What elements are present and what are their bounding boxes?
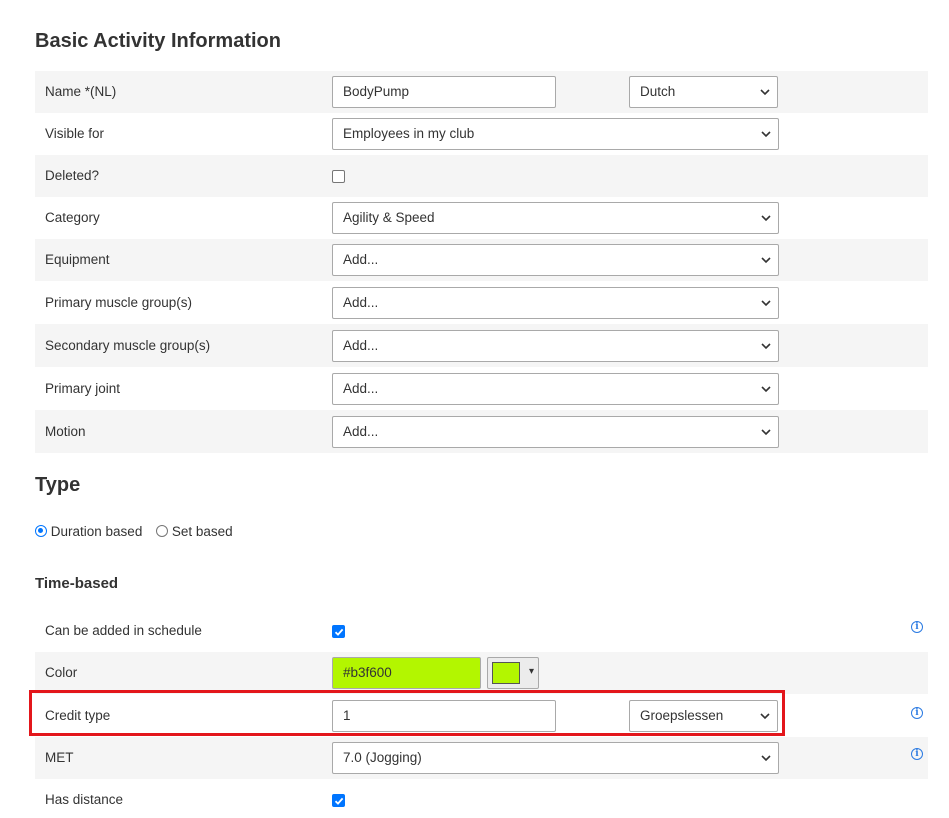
color-label: Color [45,665,78,680]
set-based-label: Set based [171,524,233,539]
set-based-radio[interactable] [156,525,169,537]
category-select[interactable]: Agility & Speed [332,202,779,234]
language-value: Dutch [640,84,676,99]
duration-based-label: Duration based [50,524,143,539]
row-has-distance: Has distance [35,779,928,818]
deleted-checkbox[interactable] [332,170,345,183]
color-hex-input[interactable]: #b3f600 [332,657,481,689]
met-value: 7.0 (Jogging) [343,750,422,765]
check-icon [334,628,343,636]
has-distance-checkbox[interactable] [332,794,345,807]
chevron-down-icon [760,331,772,361]
info-icon[interactable]: i [911,707,923,719]
primary-muscle-label: Primary muscle group(s) [45,295,193,310]
secondary-muscle-select[interactable]: Add... [332,330,779,362]
visible-for-value: Employees in my club [343,126,475,141]
secondary-muscle-label: Secondary muscle group(s) [45,338,211,353]
chevron-down-icon [760,417,772,447]
chevron-down-icon [760,288,772,318]
primary-joint-label: Primary joint [45,381,121,396]
set-based-option[interactable]: Set based [156,524,233,539]
secondary-muscle-value: Add... [343,338,379,353]
has-distance-label: Has distance [45,792,124,807]
info-icon[interactable]: i [911,748,923,760]
equipment-value: Add... [343,252,379,267]
schedule-label: Can be added in schedule [45,623,202,638]
motion-select[interactable]: Add... [332,416,779,448]
duration-based-radio[interactable] [35,525,47,537]
row-schedule: Can be added in schedule [35,610,928,652]
primary-joint-select[interactable]: Add... [332,373,779,405]
category-label: Category [45,210,100,225]
category-value: Agility & Speed [343,210,435,225]
chevron-down-icon [760,245,772,275]
chevron-down-icon [760,374,772,404]
row-color: Color [35,652,928,694]
type-title: Type [35,474,81,496]
chevron-down-icon [760,203,772,233]
motion-label: Motion [45,424,86,439]
duration-based-option[interactable]: Duration based [35,524,146,539]
met-select[interactable]: 7.0 (Jogging) [332,742,779,774]
name-label: Name *(NL) [45,84,117,99]
activity-form: Basic Activity Information Name *(NL) Bo… [0,0,949,818]
dropdown-arrow-icon: ▾ [528,666,534,677]
equipment-label: Equipment [45,252,110,267]
highlight-box [29,690,785,736]
visible-for-select[interactable]: Employees in my club [332,118,779,150]
chevron-down-icon [760,743,772,773]
basic-info-title: Basic Activity Information [35,30,281,52]
chevron-down-icon [759,77,771,107]
deleted-label: Deleted? [45,168,100,183]
equipment-select[interactable]: Add... [332,244,779,276]
chevron-down-icon [760,119,772,149]
color-picker-button[interactable]: ▾ [487,657,539,689]
met-label: MET [45,750,74,765]
time-based-title: Time-based [35,575,119,592]
type-radio-group: Duration based Set based [35,524,243,539]
motion-value: Add... [343,424,379,439]
check-icon [334,797,343,805]
schedule-checkbox[interactable] [332,625,345,638]
primary-joint-value: Add... [343,381,379,396]
language-select[interactable]: Dutch [629,76,778,108]
info-icon[interactable]: i [911,621,923,633]
primary-muscle-value: Add... [343,295,379,310]
primary-muscle-select[interactable]: Add... [332,287,779,319]
row-deleted: Deleted? [35,155,928,197]
name-input[interactable]: BodyPump [332,76,556,108]
color-swatch [492,662,520,684]
visible-for-label: Visible for [45,126,105,141]
